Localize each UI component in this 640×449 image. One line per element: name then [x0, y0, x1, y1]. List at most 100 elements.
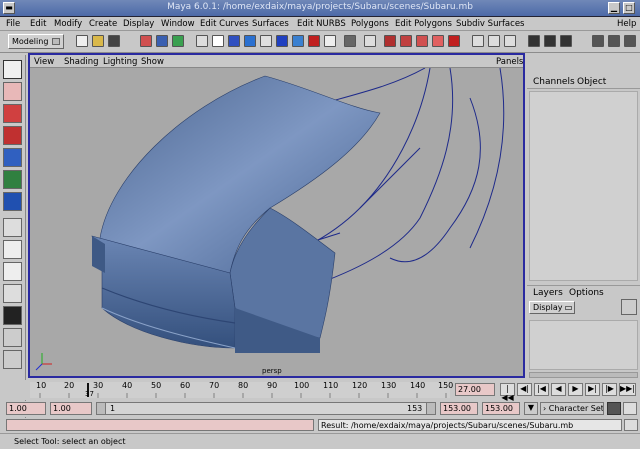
sphere-icon[interactable] [364, 35, 376, 47]
script-editor-button-icon[interactable] [624, 419, 638, 431]
maximize-icon[interactable]: □ [623, 2, 635, 14]
select-tool-icon[interactable] [3, 60, 22, 79]
save-scene-icon[interactable] [108, 35, 120, 47]
layout-persp-icon[interactable] [3, 218, 22, 237]
select-component-icon[interactable] [172, 35, 184, 47]
layout-persp-outliner-icon[interactable] [3, 262, 22, 281]
select-object-icon[interactable] [156, 35, 168, 47]
layout-four-icon[interactable] [560, 35, 572, 47]
layer-display-dropdown[interactable]: Display [529, 301, 575, 314]
menu-display[interactable]: Display [123, 19, 154, 29]
menu-polygons[interactable]: Polygons [351, 19, 389, 29]
tool-settings-icon[interactable] [608, 35, 620, 47]
select-hierarchy-icon[interactable] [140, 35, 152, 47]
question-icon[interactable] [324, 35, 336, 47]
step-forward-icon[interactable]: ▶| [585, 383, 600, 396]
menu-show[interactable]: Show [141, 57, 164, 67]
layout-single-icon[interactable] [528, 35, 540, 47]
outliner-icon[interactable] [488, 35, 500, 47]
curve-icon[interactable] [384, 35, 396, 47]
menu-file[interactable]: File [6, 19, 20, 29]
play-backward-icon[interactable]: ◀ [551, 383, 566, 396]
paint-select-icon[interactable] [3, 104, 22, 123]
snap-grid-icon[interactable] [212, 35, 224, 47]
menu-lighting[interactable]: Lighting [103, 57, 137, 67]
start-time-field[interactable]: 1.00 [6, 402, 46, 415]
lock-selection-icon[interactable] [196, 35, 208, 47]
mode-dropdown[interactable]: Modeling [8, 34, 64, 49]
ep-curve-icon[interactable] [416, 35, 428, 47]
hypershade-icon[interactable] [504, 35, 516, 47]
scale-tool-icon[interactable] [3, 170, 22, 189]
ipr-render-icon[interactable] [308, 35, 320, 47]
new-scene-icon[interactable] [76, 35, 88, 47]
manipulator-icon[interactable] [3, 192, 22, 211]
menu-create[interactable]: Create [89, 19, 117, 29]
mel-input-field[interactable] [6, 419, 314, 431]
rotate-tool-icon[interactable] [3, 148, 22, 167]
menu-edit-curves[interactable]: Edit Curves [200, 19, 249, 29]
time-slider[interactable]: 10 20 30 40 50 60 70 80 90 100 110 120 1… [0, 380, 640, 402]
menu-panels[interactable]: Panels [496, 57, 523, 67]
menu-subdiv-surfaces[interactable]: Subdiv Surfaces [456, 19, 524, 29]
channel-box-icon[interactable] [624, 35, 636, 47]
render-icon[interactable] [292, 35, 304, 47]
menu-modify[interactable]: Modify [54, 19, 82, 29]
cv-curve-icon[interactable] [400, 35, 412, 47]
play-forward-icon[interactable]: ▶ [568, 383, 583, 396]
script-editor-icon[interactable] [472, 35, 484, 47]
layout-hypergraph-icon[interactable] [3, 284, 22, 303]
tab-object[interactable]: Object [577, 77, 606, 87]
layout-dope-icon[interactable] [3, 328, 22, 347]
character-set-field[interactable]: › Character Set [540, 402, 604, 415]
animation-prefs-icon[interactable] [623, 402, 637, 415]
character-set-menu-icon[interactable]: ▼ [524, 402, 538, 415]
menu-help[interactable]: Help [617, 19, 636, 29]
menu-edit-nurbs[interactable]: Edit NURBS [297, 19, 346, 29]
tab-channels[interactable]: Channels [533, 77, 575, 87]
snap-view-icon[interactable] [260, 35, 272, 47]
layer-scrollbar[interactable] [529, 372, 638, 378]
open-scene-icon[interactable] [92, 35, 104, 47]
menu-edit-polygons[interactable]: Edit Polygons [395, 19, 452, 29]
new-layer-icon[interactable] [621, 299, 637, 315]
menu-view[interactable]: View [34, 57, 54, 67]
go-to-end-icon[interactable]: ▶▶| [619, 383, 636, 396]
tab-layers[interactable]: Layers [533, 288, 563, 298]
perspective-viewport[interactable]: View Shading Lighting Show Panels persp [28, 53, 525, 378]
step-back-key-icon[interactable]: ◀| [517, 383, 532, 396]
layout-custom-icon[interactable] [3, 350, 22, 369]
lasso-tool-icon[interactable] [3, 82, 22, 101]
menu-surfaces[interactable]: Surfaces [252, 19, 289, 29]
playback-end-field[interactable]: 153.00 [440, 402, 478, 415]
pencil-curve-icon[interactable] [432, 35, 444, 47]
menu-shading[interactable]: Shading [64, 57, 99, 67]
current-frame-field[interactable]: 27.00 [455, 383, 495, 396]
range-handle-left[interactable] [97, 403, 106, 414]
input-line-icon[interactable] [344, 35, 356, 47]
move-tool-icon[interactable] [3, 126, 22, 145]
tick-label: 110 [323, 381, 339, 390]
end-time-field[interactable]: 153.00 [482, 402, 520, 415]
minimize-icon[interactable]: ▁ [608, 2, 620, 14]
menu-edit[interactable]: Edit [30, 19, 46, 29]
playback-start-field[interactable]: 1.00 [50, 402, 92, 415]
tab-options[interactable]: Options [569, 288, 604, 298]
channel-list[interactable] [529, 91, 638, 281]
menu-window[interactable]: Window [161, 19, 195, 29]
auto-key-icon[interactable] [607, 402, 621, 415]
range-handle-right[interactable] [426, 403, 435, 414]
layer-list[interactable] [529, 320, 638, 370]
step-forward-key-icon[interactable]: |▶ [602, 383, 617, 396]
range-slider[interactable]: 1 153 [96, 402, 436, 415]
go-to-start-icon[interactable]: |◀◀ [500, 383, 515, 402]
snap-curve-icon[interactable] [228, 35, 240, 47]
attribute-editor-icon[interactable] [592, 35, 604, 47]
snap-point-icon[interactable] [244, 35, 256, 47]
step-back-icon[interactable]: |◀ [534, 383, 549, 396]
layout-graph-editor-icon[interactable] [3, 306, 22, 325]
layout-two-icon[interactable] [544, 35, 556, 47]
history-icon[interactable] [276, 35, 288, 47]
layout-four-view-icon[interactable] [3, 240, 22, 259]
arc-icon[interactable] [448, 35, 460, 47]
